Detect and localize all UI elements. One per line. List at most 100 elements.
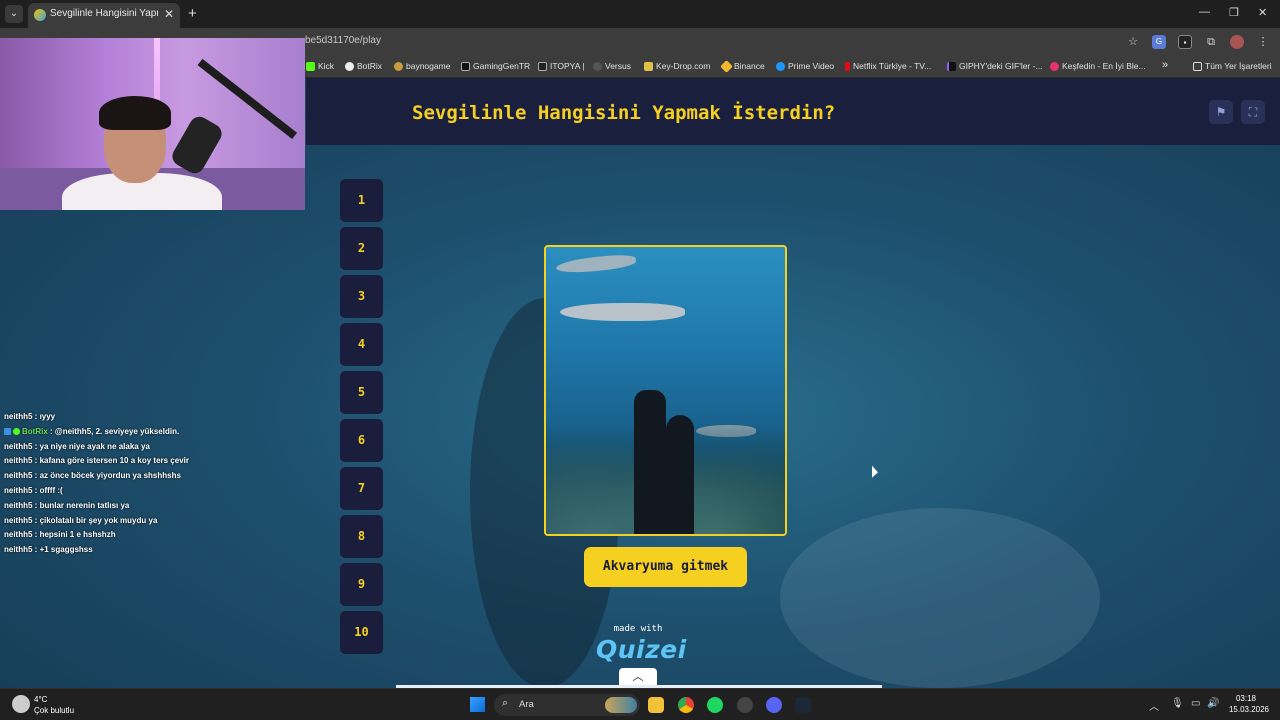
chat-message: neithh5 : +1 sgaggshss	[4, 545, 93, 555]
translate-extension-icon[interactable]: G	[1152, 35, 1166, 49]
extension-icon[interactable]: ▪	[1178, 35, 1192, 49]
chat-message: neithh5 : çikolatalı bir şey yok muydu y…	[4, 515, 158, 525]
bookmark-itopya[interactable]: ITOPYA |	[538, 61, 585, 71]
bookmark-giphy[interactable]: GIPHY'deki GIF'ler -...	[947, 61, 1043, 71]
all-bookmarks-folder[interactable]: Tüm Yer İşaretleri	[1193, 61, 1272, 71]
search-label: Ara	[519, 699, 534, 710]
chat-message: BotRix : @neithh5, 2. seviyeye yükseldin…	[4, 425, 304, 440]
minimize-button[interactable]: —	[1199, 6, 1210, 18]
question-button-8[interactable]: 8	[340, 515, 383, 558]
windows-start-icon[interactable]	[470, 697, 485, 712]
weather-description[interactable]: Çok bulutlu	[34, 706, 74, 715]
screen: ⌄ Sevgilinle Hangisini Yapmak İst ✕ + — …	[0, 0, 1280, 720]
steam-icon[interactable]	[795, 697, 811, 713]
profile-avatar[interactable]	[1230, 35, 1244, 49]
quizei-logo[interactable]: Quizei	[596, 635, 686, 664]
bookmark-netflix[interactable]: Netflix Türkiye - TV...	[845, 61, 931, 71]
tray-display-icon[interactable]: ▭	[1191, 698, 1200, 709]
toolbar-icons: ☆ G ▪ ⧉ ⋮	[1126, 35, 1270, 49]
restore-button[interactable]: ❐	[1229, 6, 1239, 19]
url-field[interactable]: be5d31170e/play	[305, 35, 381, 46]
tray-mic-icon[interactable]: 🎙	[1171, 698, 1184, 709]
baynogame-icon	[394, 61, 403, 71]
question-button-9[interactable]: 9	[340, 563, 383, 606]
chat-message: neithh5 : offff :(	[4, 485, 63, 495]
browser-menu-icon[interactable]: ⋮	[1256, 35, 1270, 49]
binance-icon	[720, 59, 733, 73]
question-button-10[interactable]: 10	[340, 611, 383, 654]
mouse-cursor-icon	[872, 465, 878, 481]
botrix-icon	[345, 61, 354, 71]
window-close-button[interactable]: ✕	[1258, 6, 1267, 19]
shark-image-part	[555, 252, 637, 276]
spotify-icon[interactable]	[707, 697, 723, 713]
bookmark-keydrop[interactable]: Key-Drop.com	[644, 61, 710, 71]
prime-video-icon	[776, 61, 785, 71]
weather-cloud-icon[interactable]	[12, 695, 30, 713]
chat-message: neithh5 : az önce böcek yiyordun ya shsh…	[4, 471, 181, 481]
bot-badge-icon	[4, 427, 11, 435]
kick-icon	[306, 61, 315, 71]
app-icon[interactable]	[737, 697, 753, 713]
discord-icon[interactable]	[766, 697, 782, 713]
search-icon: ⌕	[502, 697, 509, 709]
question-button-4[interactable]: 4	[340, 323, 383, 366]
tab-close-icon[interactable]: ✕	[164, 7, 174, 21]
tab-favicon-icon	[34, 9, 46, 21]
shark-image-part	[560, 303, 685, 321]
new-tab-button[interactable]: +	[188, 5, 197, 22]
quiz-title: Sevgilinle Hangisini Yapmak İsterdin?	[412, 102, 836, 124]
browser-tab-bar: ⌄ Sevgilinle Hangisini Yapmak İst ✕ + — …	[0, 0, 1280, 28]
tray-overflow-icon[interactable]: ︿	[1149, 698, 1159, 713]
question-button-7[interactable]: 7	[340, 467, 383, 510]
bookmark-botrix[interactable]: BotRix	[345, 61, 382, 71]
made-with-label: made with	[613, 624, 663, 634]
weather-temperature[interactable]: 4°C	[34, 695, 47, 704]
tab-search-button[interactable]: ⌄	[5, 5, 23, 23]
keydrop-icon	[644, 61, 653, 71]
folder-icon	[1193, 61, 1202, 71]
bookmark-versus[interactable]: Versus	[593, 61, 631, 71]
tray-volume-icon[interactable]: 🔊	[1207, 698, 1219, 709]
bookmarks-overflow-button[interactable]: »	[1162, 59, 1168, 71]
taskbar-search[interactable]: ⌕ Ara	[494, 694, 640, 716]
person-image-part	[666, 415, 694, 534]
chat-message: neithh5 : kafana göre istersen 10 a koy …	[4, 456, 189, 466]
chat-message: neithh5 : bunlar nerenin tatlısı ya	[4, 500, 130, 510]
streamer-hair	[99, 96, 171, 130]
question-button-3[interactable]: 3	[340, 275, 383, 318]
clock-date[interactable]: 15.03.2026	[1229, 705, 1269, 714]
fullscreen-icon[interactable]: ⛶	[1241, 100, 1265, 124]
background-shark-silhouette	[780, 508, 1100, 688]
file-explorer-icon[interactable]	[648, 697, 664, 713]
report-flag-icon[interactable]: ⚑	[1209, 100, 1233, 124]
question-button-5[interactable]: 5	[340, 371, 383, 414]
question-nav: 1 2 3 4 5 6 7 8 9 10	[340, 179, 383, 659]
choice-image[interactable]	[544, 245, 787, 536]
netflix-icon	[845, 61, 850, 71]
chrome-icon[interactable]	[678, 697, 694, 713]
search-highlight-image	[605, 697, 637, 713]
bookmark-gaminggentr[interactable]: GamingGenTR	[461, 61, 530, 71]
bookmark-star-icon[interactable]: ☆	[1126, 35, 1140, 49]
versus-icon	[593, 61, 602, 71]
clock-time[interactable]: 03:18	[1236, 694, 1256, 703]
question-button-2[interactable]: 2	[340, 227, 383, 270]
question-button-6[interactable]: 6	[340, 419, 383, 462]
giphy-icon	[947, 61, 956, 71]
chat-message: neithh5 : hepsini 1 e hshshzh	[4, 530, 116, 540]
extensions-puzzle-icon[interactable]: ⧉	[1204, 35, 1218, 49]
bookmark-kesfedin[interactable]: Keşfedin - En İyi Ble...	[1050, 61, 1146, 71]
chat-message: neithh5 : ıyyy	[4, 412, 56, 421]
bookmark-prime-video[interactable]: Prime Video	[776, 61, 834, 71]
bookmark-binance[interactable]: Binance	[720, 59, 765, 73]
bookmark-baynogame[interactable]: baynogame	[394, 61, 450, 71]
bookmark-kick[interactable]: Kick	[306, 61, 334, 71]
verified-badge-icon	[13, 427, 20, 435]
webcam-overlay	[0, 38, 305, 210]
gaminggentr-icon	[461, 61, 470, 71]
browser-tab-active[interactable]: Sevgilinle Hangisini Yapmak İst ✕	[28, 3, 180, 28]
tab-title: Sevgilinle Hangisini Yapmak İst	[50, 8, 158, 19]
choice-button[interactable]: Akvaryuma gitmek	[584, 547, 747, 587]
question-button-1[interactable]: 1	[340, 179, 383, 222]
